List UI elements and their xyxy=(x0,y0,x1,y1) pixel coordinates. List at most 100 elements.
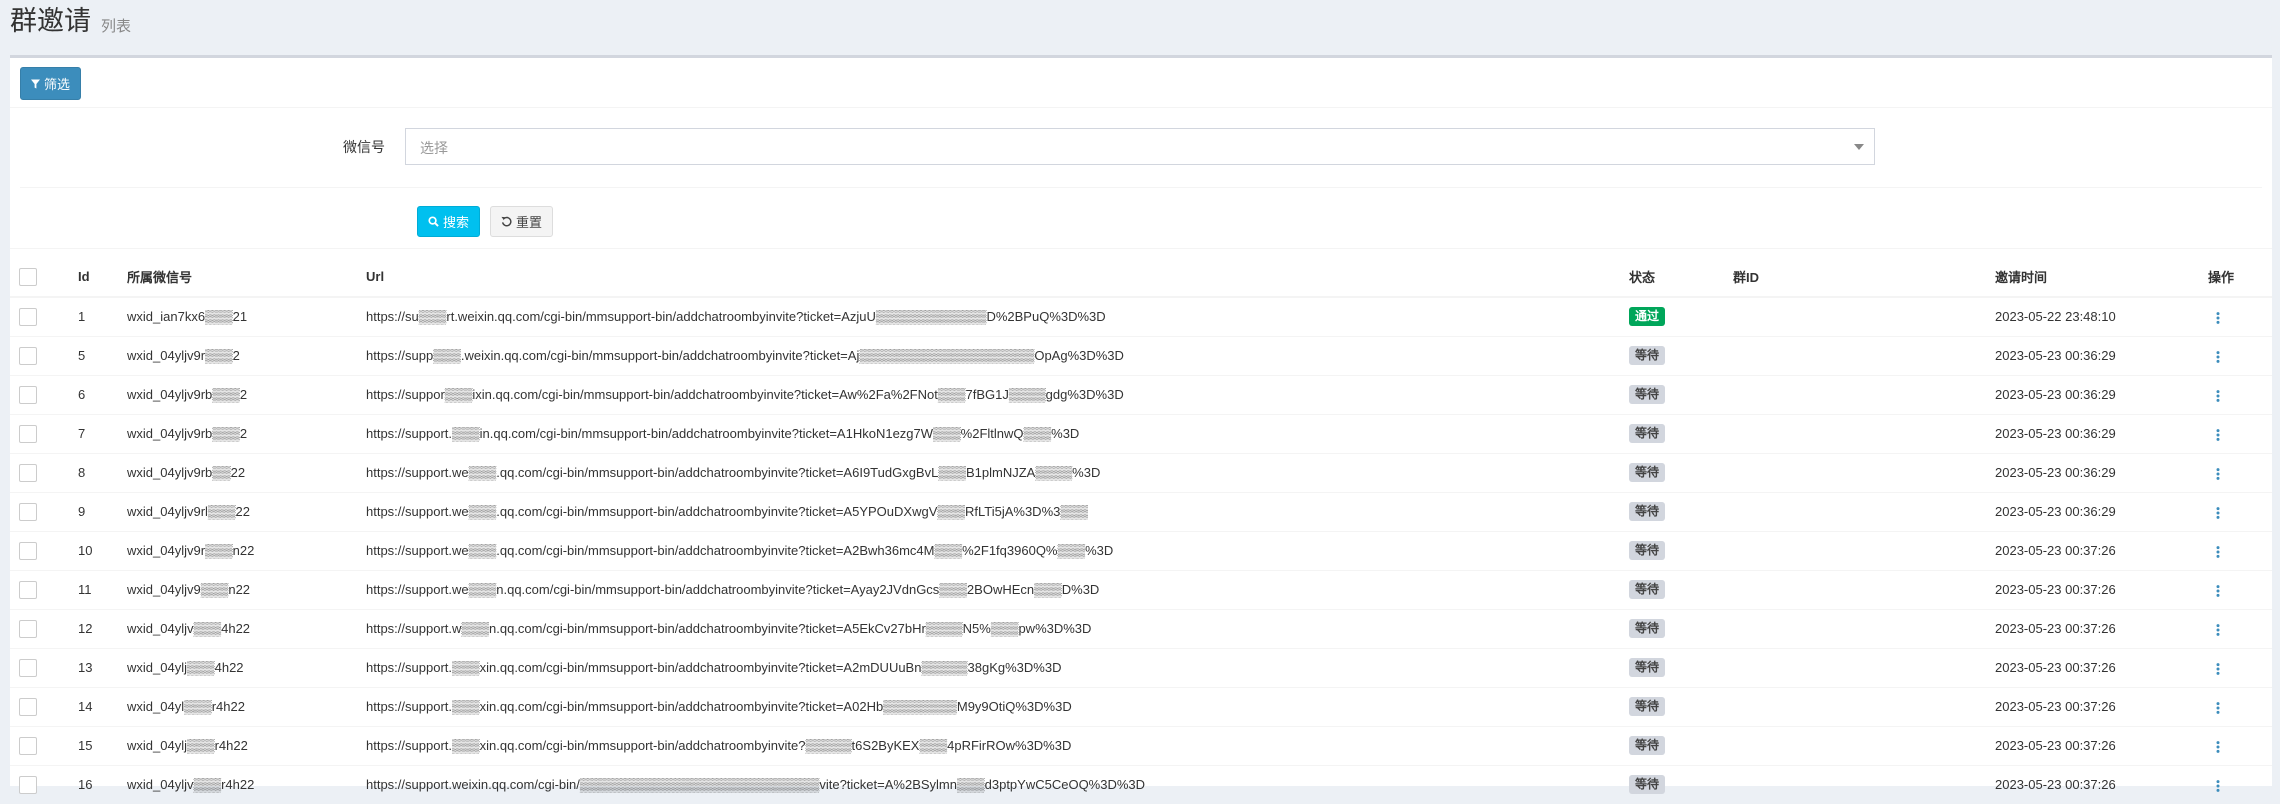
table-row: 11 wxid_04yljv9▒▒▒n22 https://support.we▒▒… xyxy=(10,569,2272,609)
row-checkbox[interactable] xyxy=(19,775,37,794)
vertical-ellipsis-icon[interactable] xyxy=(2208,660,2228,675)
table-row: 1 wxid_ian7kx6▒▒▒21 https://su▒▒▒rt.weixin… xyxy=(10,296,2272,336)
row-status-cell: 等待 xyxy=(1629,335,1733,375)
row-checkbox[interactable] xyxy=(19,424,37,443)
row-actions-cell xyxy=(2208,491,2272,531)
vertical-ellipsis-icon[interactable] xyxy=(2208,309,2228,324)
row-select-cell xyxy=(10,569,78,609)
row-select-cell xyxy=(10,608,78,648)
undo-icon xyxy=(501,216,512,227)
select-all-cell xyxy=(10,257,78,298)
status-badge: 等待 xyxy=(1629,541,1666,560)
row-checkbox[interactable] xyxy=(19,736,37,755)
row-id: 14 xyxy=(78,686,127,726)
row-invite-time: 2023-05-23 00:37:26 xyxy=(1995,764,2208,804)
vertical-ellipsis-icon[interactable] xyxy=(2208,621,2228,636)
vertical-ellipsis-icon[interactable] xyxy=(2208,738,2228,753)
vertical-ellipsis-icon[interactable] xyxy=(2208,699,2228,714)
row-url: https://support.w▒▒▒n.qq.com/cgi-bin/mms… xyxy=(366,608,1629,648)
row-id: 15 xyxy=(78,725,127,765)
row-actions-cell xyxy=(2208,569,2272,609)
row-invite-time: 2023-05-23 00:37:26 xyxy=(1995,608,2208,648)
row-checkbox[interactable] xyxy=(19,463,37,482)
row-id: 9 xyxy=(78,491,127,531)
row-wechat-id: wxid_04yljv9r▒▒▒2 xyxy=(127,335,366,375)
vertical-ellipsis-icon[interactable] xyxy=(2208,426,2228,441)
row-group-id xyxy=(1733,647,1995,687)
row-id: 1 xyxy=(78,296,127,336)
vertical-ellipsis-icon[interactable] xyxy=(2208,582,2228,597)
row-checkbox[interactable] xyxy=(19,502,37,521)
row-id: 13 xyxy=(78,647,127,687)
vertical-ellipsis-icon[interactable] xyxy=(2208,387,2228,402)
row-wechat-id: wxid_04yljv▒▒▒4h22 xyxy=(127,608,366,648)
row-select-cell xyxy=(10,335,78,375)
row-checkbox[interactable] xyxy=(19,346,37,365)
row-actions-cell xyxy=(2208,374,2272,414)
row-invite-time: 2023-05-23 00:37:26 xyxy=(1995,530,2208,570)
row-group-id xyxy=(1733,530,1995,570)
search-icon xyxy=(428,216,439,227)
wechat-select[interactable]: 选择 xyxy=(405,128,1875,165)
row-url: https://support.we▒▒▒.qq.com/cgi-bin/mms… xyxy=(366,530,1629,570)
row-wechat-id: wxid_04yl▒▒▒r4h22 xyxy=(127,686,366,726)
vertical-ellipsis-icon[interactable] xyxy=(2208,543,2228,558)
row-id: 11 xyxy=(78,569,127,609)
status-badge: 等待 xyxy=(1629,385,1666,404)
row-url: https://support.we▒▒▒.qq.com/cgi-bin/mms… xyxy=(366,452,1629,492)
row-group-id xyxy=(1733,569,1995,609)
table-row: 6 wxid_04yljv9rb▒▒▒2 https://suppor▒▒▒ixin… xyxy=(10,374,2272,414)
vertical-ellipsis-icon[interactable] xyxy=(2208,348,2228,363)
table-row: 7 wxid_04yljv9rb▒▒▒2 https://support.▒▒▒in… xyxy=(10,413,2272,453)
row-group-id xyxy=(1733,296,1995,336)
reset-button[interactable]: 重置 xyxy=(490,206,554,237)
select-all-checkbox[interactable] xyxy=(19,267,37,286)
table-row: 13 wxid_04ylj▒▒▒4h22 https://support.▒▒▒xi… xyxy=(10,647,2272,687)
row-wechat-id: wxid_04yljv9▒▒▒n22 xyxy=(127,569,366,609)
row-group-id xyxy=(1733,491,1995,531)
wechat-filter-row: 微信号 选择 xyxy=(10,128,2272,165)
search-button[interactable]: 搜索 xyxy=(417,206,481,237)
filter-form: 微信号 选择 xyxy=(10,108,2272,249)
row-checkbox[interactable] xyxy=(19,385,37,404)
status-badge: 等待 xyxy=(1629,502,1666,521)
vertical-ellipsis-icon[interactable] xyxy=(2208,777,2228,792)
row-url: https://support.we▒▒▒n.qq.com/cgi-bin/mm… xyxy=(366,569,1629,609)
table-row: 5 wxid_04yljv9r▒▒▒2 https://supp▒▒▒.weixin… xyxy=(10,335,2272,375)
status-badge: 等待 xyxy=(1629,658,1666,677)
row-checkbox[interactable] xyxy=(19,619,37,638)
row-id: 10 xyxy=(78,530,127,570)
status-badge: 等待 xyxy=(1629,619,1666,638)
row-invite-time: 2023-05-23 00:36:29 xyxy=(1995,374,2208,414)
row-checkbox[interactable] xyxy=(19,580,37,599)
row-invite-time: 2023-05-23 00:36:29 xyxy=(1995,335,2208,375)
row-url: https://su▒▒▒rt.weixin.qq.com/cgi-bin/mm… xyxy=(366,296,1629,336)
filter-toolbar: 筛选 xyxy=(10,58,2272,108)
row-status-cell: 等待 xyxy=(1629,413,1733,453)
row-wechat-id: wxid_04yljv9rb▒▒▒2 xyxy=(127,374,366,414)
row-id: 5 xyxy=(78,335,127,375)
row-select-cell xyxy=(10,725,78,765)
filter-button-label: 筛选 xyxy=(44,77,71,92)
row-select-cell xyxy=(10,491,78,531)
status-badge: 等待 xyxy=(1629,736,1666,755)
row-url: https://support.we▒▒▒.qq.com/cgi-bin/mms… xyxy=(366,491,1629,531)
page-header: 群邀请 列表 xyxy=(0,0,2280,54)
row-actions-cell xyxy=(2208,725,2272,765)
vertical-ellipsis-icon[interactable] xyxy=(2208,465,2228,480)
row-url: https://supp▒▒▒.weixin.qq.com/cgi-bin/mm… xyxy=(366,335,1629,375)
row-status-cell: 等待 xyxy=(1629,569,1733,609)
reset-button-label: 重置 xyxy=(516,215,543,230)
search-button-label: 搜索 xyxy=(443,215,470,230)
row-checkbox[interactable] xyxy=(19,697,37,716)
row-checkbox[interactable] xyxy=(19,541,37,560)
row-status-cell: 等待 xyxy=(1629,725,1733,765)
row-checkbox[interactable] xyxy=(19,658,37,677)
filter-button[interactable]: 筛选 xyxy=(20,67,82,100)
status-badge: 等待 xyxy=(1629,580,1666,599)
row-wechat-id: wxid_04ylj▒▒▒r4h22 xyxy=(127,725,366,765)
column-header-id[interactable]: Id xyxy=(78,257,127,298)
column-header-invite-time: 邀请时间 xyxy=(1995,257,2208,298)
vertical-ellipsis-icon[interactable] xyxy=(2208,504,2228,519)
row-checkbox[interactable] xyxy=(19,307,37,326)
